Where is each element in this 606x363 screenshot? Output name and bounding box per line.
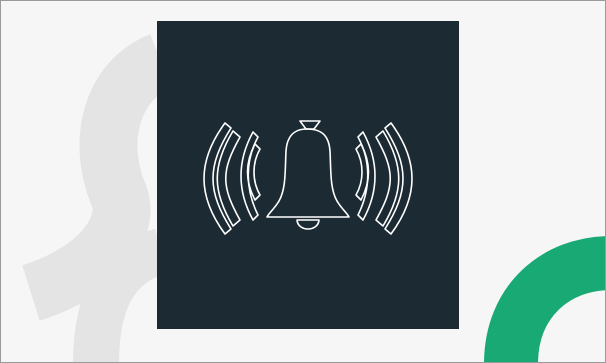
illustration-frame xyxy=(0,0,606,363)
bell-clapper xyxy=(296,219,320,230)
green-arc xyxy=(484,236,605,362)
ringing-bell-icon xyxy=(203,120,413,235)
right-sound-waves xyxy=(355,122,413,235)
bell-illustration-card xyxy=(157,21,459,329)
grey-curve-lower xyxy=(73,228,168,362)
bell-handle xyxy=(299,120,321,130)
bell-body xyxy=(266,128,350,218)
left-sound-waves xyxy=(203,122,261,235)
